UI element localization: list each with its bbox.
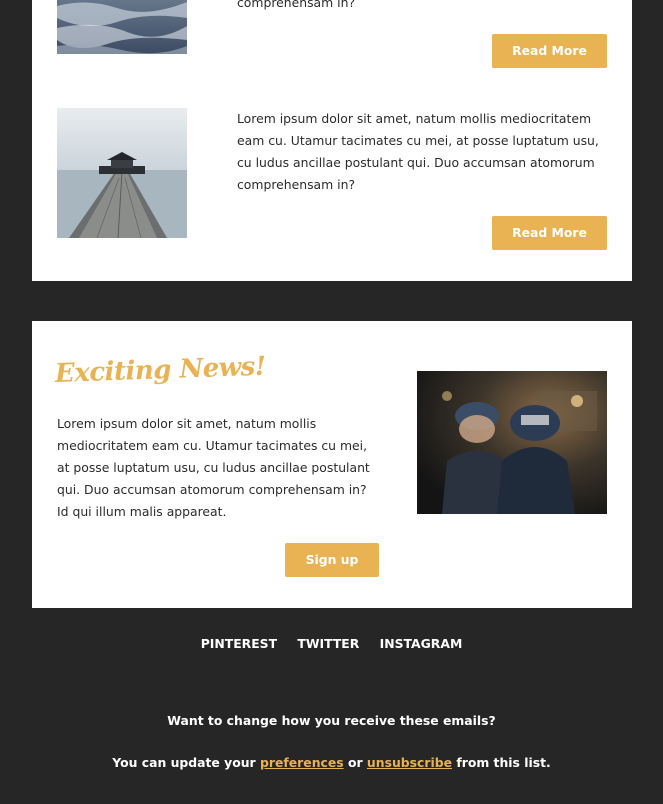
news-body: Lorem ipsum dolor sit amet, natum mollis… [57,416,370,519]
articles-panel: comprehensam in? Read More Lorem ipsum d… [32,0,632,281]
portland-cap-image [417,371,607,514]
news-title: Exciting News! [54,351,267,389]
instagram-link[interactable]: INSTAGRAM [380,636,463,651]
article-2-text: Lorem ipsum dolor sit amet, natum mollis… [237,111,599,192]
pinterest-link[interactable]: PINTEREST [201,636,277,651]
news-panel: Exciting News! Lorem ipsum dolor sit ame… [32,321,632,608]
social-links: PINTEREST TWITTER INSTAGRAM [0,636,663,651]
preferences-link[interactable]: preferences [260,755,344,770]
read-more-button-1[interactable]: Read More [492,34,607,68]
twitter-link[interactable]: TWITTER [297,636,359,651]
footer-update-prefix: You can update your [112,755,256,770]
read-more-button-2[interactable]: Read More [492,216,607,250]
sign-up-button[interactable]: Sign up [285,543,379,577]
footer-update-suffix: from this list. [456,755,551,770]
footer-update-line: You can update your preferences or unsub… [0,755,663,770]
footer-or: or [347,755,363,770]
pier-gazebo-image [57,108,187,238]
footer-question: Want to change how you receive these ema… [167,713,496,728]
article-1-text: comprehensam in? [237,0,356,10]
ocean-waves-image [57,0,187,54]
unsubscribe-link[interactable]: unsubscribe [367,755,452,770]
